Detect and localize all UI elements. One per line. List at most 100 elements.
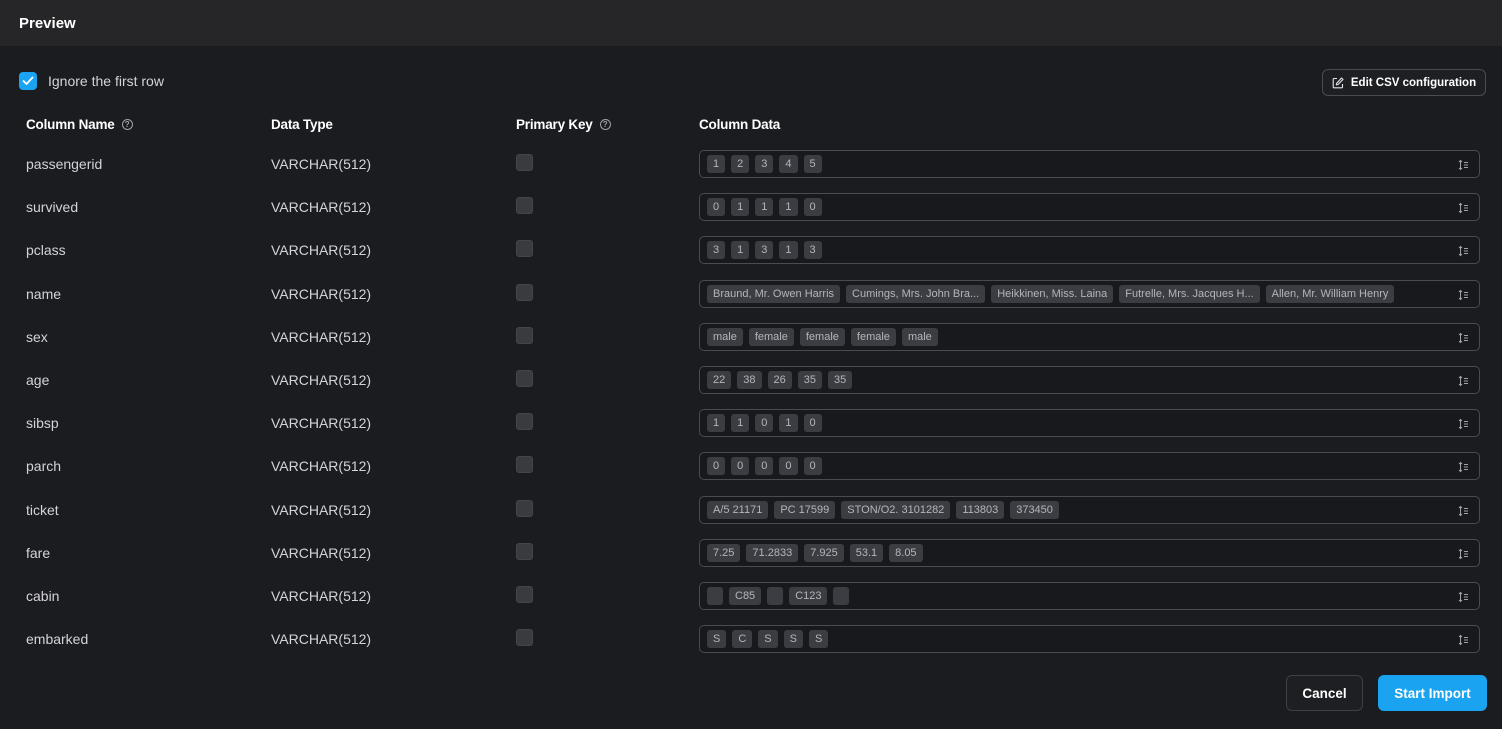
sort-icon[interactable] <box>1458 505 1469 517</box>
primary-key-checkbox[interactable] <box>516 499 533 517</box>
data-type-cell[interactable]: VARCHAR(512) <box>271 415 371 431</box>
column-data-chip: 22 <box>707 370 732 389</box>
column-data-chip: 0 <box>755 457 774 476</box>
table-row: embarked VARCHAR(512) S C S S S <box>0 623 1502 666</box>
column-name-cell: passengerid <box>26 156 103 172</box>
column-data-chip: 38 <box>737 370 762 389</box>
data-type-cell[interactable]: VARCHAR(512) <box>271 286 371 302</box>
sort-icon[interactable] <box>1458 591 1469 603</box>
column-name-cell: ticket <box>26 501 59 518</box>
table-row: age VARCHAR(512) 22 38 26 35 35 <box>0 364 1502 407</box>
data-type-cell[interactable]: VARCHAR(512) <box>271 588 371 604</box>
sort-icon[interactable] <box>1458 159 1469 171</box>
cancel-button[interactable]: Cancel <box>1286 675 1363 711</box>
table-row: survived VARCHAR(512) 0 1 1 1 0 <box>0 191 1502 234</box>
column-data-chip: 1 <box>731 198 750 217</box>
primary-key-checkbox[interactable] <box>516 154 533 171</box>
column-data-field[interactable]: 31313 <box>699 236 1480 265</box>
data-type-cell[interactable]: VARCHAR(512) <box>271 242 371 258</box>
column-data-chip: 8.05 <box>889 543 923 562</box>
column-name-cell: embarked <box>26 631 89 648</box>
primary-key-checkbox[interactable] <box>516 456 533 474</box>
data-type-cell[interactable]: VARCHAR(512) <box>271 502 371 518</box>
column-data-chip: 373450 <box>1010 500 1059 519</box>
help-circle-icon[interactable]: ? <box>121 119 133 130</box>
column-data-chip: S <box>758 630 778 649</box>
column-data-chip: 35 <box>797 370 822 389</box>
column-data-field[interactable]: 12345 <box>699 150 1480 178</box>
primary-key-checkbox[interactable] <box>516 197 533 215</box>
column-data-chip: 0 <box>731 457 750 476</box>
table-row: sex VARCHAR(512) male female female female mal… <box>0 321 1502 364</box>
sort-icon[interactable] <box>1458 289 1469 301</box>
sort-icon[interactable] <box>1458 634 1469 646</box>
column-data-field[interactable]: 00000 <box>699 452 1480 481</box>
column-data-field[interactable]: 01110 <box>699 193 1480 222</box>
primary-key-checkbox[interactable] <box>516 369 533 387</box>
data-type-cell[interactable]: VARCHAR(512) <box>271 458 371 474</box>
sort-icon[interactable] <box>1458 332 1469 344</box>
column-data-chip: female <box>748 327 794 346</box>
column-data-chip: 35 <box>828 370 853 389</box>
column-data-field[interactable]: 11010 <box>699 409 1480 438</box>
ignore-first-row-label: Ignore the first row <box>48 73 164 89</box>
column-data-chip: 3 <box>803 241 822 260</box>
column-data-chip: 0 <box>779 457 798 476</box>
sort-icon[interactable] <box>1458 418 1469 430</box>
primary-key-checkbox[interactable] <box>516 413 533 431</box>
sort-icon[interactable] <box>1458 202 1469 214</box>
sort-icon[interactable] <box>1458 461 1469 473</box>
table-row: cabin VARCHAR(512) C85 C123 <box>0 580 1502 623</box>
ignore-first-row-checkbox[interactable] <box>19 72 37 90</box>
table-header: Column Name ? Data Type Primary Key ? Co… <box>0 117 1502 135</box>
column-data-field[interactable]: SCSSS <box>699 625 1480 654</box>
primary-key-checkbox[interactable] <box>516 629 533 647</box>
start-import-button[interactable]: Start Import <box>1378 675 1487 711</box>
edit-icon <box>1332 76 1344 88</box>
column-data-chip: 7.925 <box>804 543 844 562</box>
primary-key-checkbox[interactable] <box>516 542 533 560</box>
column-data-chip: 53.1 <box>849 543 884 562</box>
column-name-cell: sibsp <box>26 415 59 432</box>
column-data-chip: 1 <box>707 155 726 173</box>
data-type-cell[interactable]: VARCHAR(512) <box>271 156 371 172</box>
table-row: pclass VARCHAR(512) 3 1 3 1 3 <box>0 234 1502 277</box>
data-type-cell[interactable]: VARCHAR(512) <box>271 372 371 388</box>
column-data-chip: 26 <box>767 370 792 389</box>
column-data-field[interactable]: male female female female male <box>699 322 1480 351</box>
column-data-chip: 2 <box>731 155 750 173</box>
data-type-cell[interactable]: VARCHAR(512) <box>271 631 371 647</box>
primary-key-checkbox[interactable] <box>516 585 533 603</box>
sort-icon[interactable] <box>1458 375 1469 387</box>
column-data-chip: 0 <box>803 457 822 476</box>
primary-key-checkbox[interactable] <box>516 283 533 301</box>
column-data-chip: 71.2833 <box>746 543 799 562</box>
primary-key-checkbox[interactable] <box>516 326 533 344</box>
help-circle-icon[interactable]: ? <box>599 119 611 130</box>
sort-icon[interactable] <box>1458 548 1469 560</box>
column-data-field[interactable]: A/5 21171 PC 17599 STON/O2. 3101282 113803 3… <box>699 495 1480 524</box>
column-data-chip: 0 <box>707 198 726 217</box>
column-name-cell: pclass <box>26 242 66 259</box>
edit-csv-configuration-button[interactable]: Edit CSV configuration <box>1322 69 1486 96</box>
sort-icon[interactable] <box>1458 245 1469 257</box>
primary-key-checkbox[interactable] <box>516 240 533 258</box>
column-data-chip: Braund, Mr. Owen Harris <box>707 284 841 303</box>
data-type-cell[interactable]: VARCHAR(512) <box>271 199 371 215</box>
column-data-field[interactable]: C85 C123 <box>699 581 1480 610</box>
column-data-chip: 1 <box>731 241 750 260</box>
column-data-chip: 0 <box>803 198 822 217</box>
column-data-field[interactable]: 7.25 71.2833 7.925 53.1 8.05 <box>699 538 1480 567</box>
column-data-field[interactable]: Braund, Mr. Owen Harris Cumings, Mrs. Joh… <box>699 279 1480 308</box>
column-data-header: Column Data <box>699 117 780 132</box>
column-name-cell: name <box>26 285 62 302</box>
data-type-cell[interactable]: VARCHAR(512) <box>271 545 371 561</box>
column-data-chip: 1 <box>779 241 798 260</box>
column-data-chip: female <box>799 327 845 346</box>
column-data-chip: S <box>808 630 829 649</box>
column-data-field[interactable]: 22 38 26 35 35 <box>699 365 1480 394</box>
ignore-first-row-option[interactable]: Ignore the first row <box>19 72 164 90</box>
column-data-chip: S <box>707 630 727 649</box>
column-name-cell: parch <box>26 458 62 475</box>
data-type-cell[interactable]: VARCHAR(512) <box>271 329 371 345</box>
